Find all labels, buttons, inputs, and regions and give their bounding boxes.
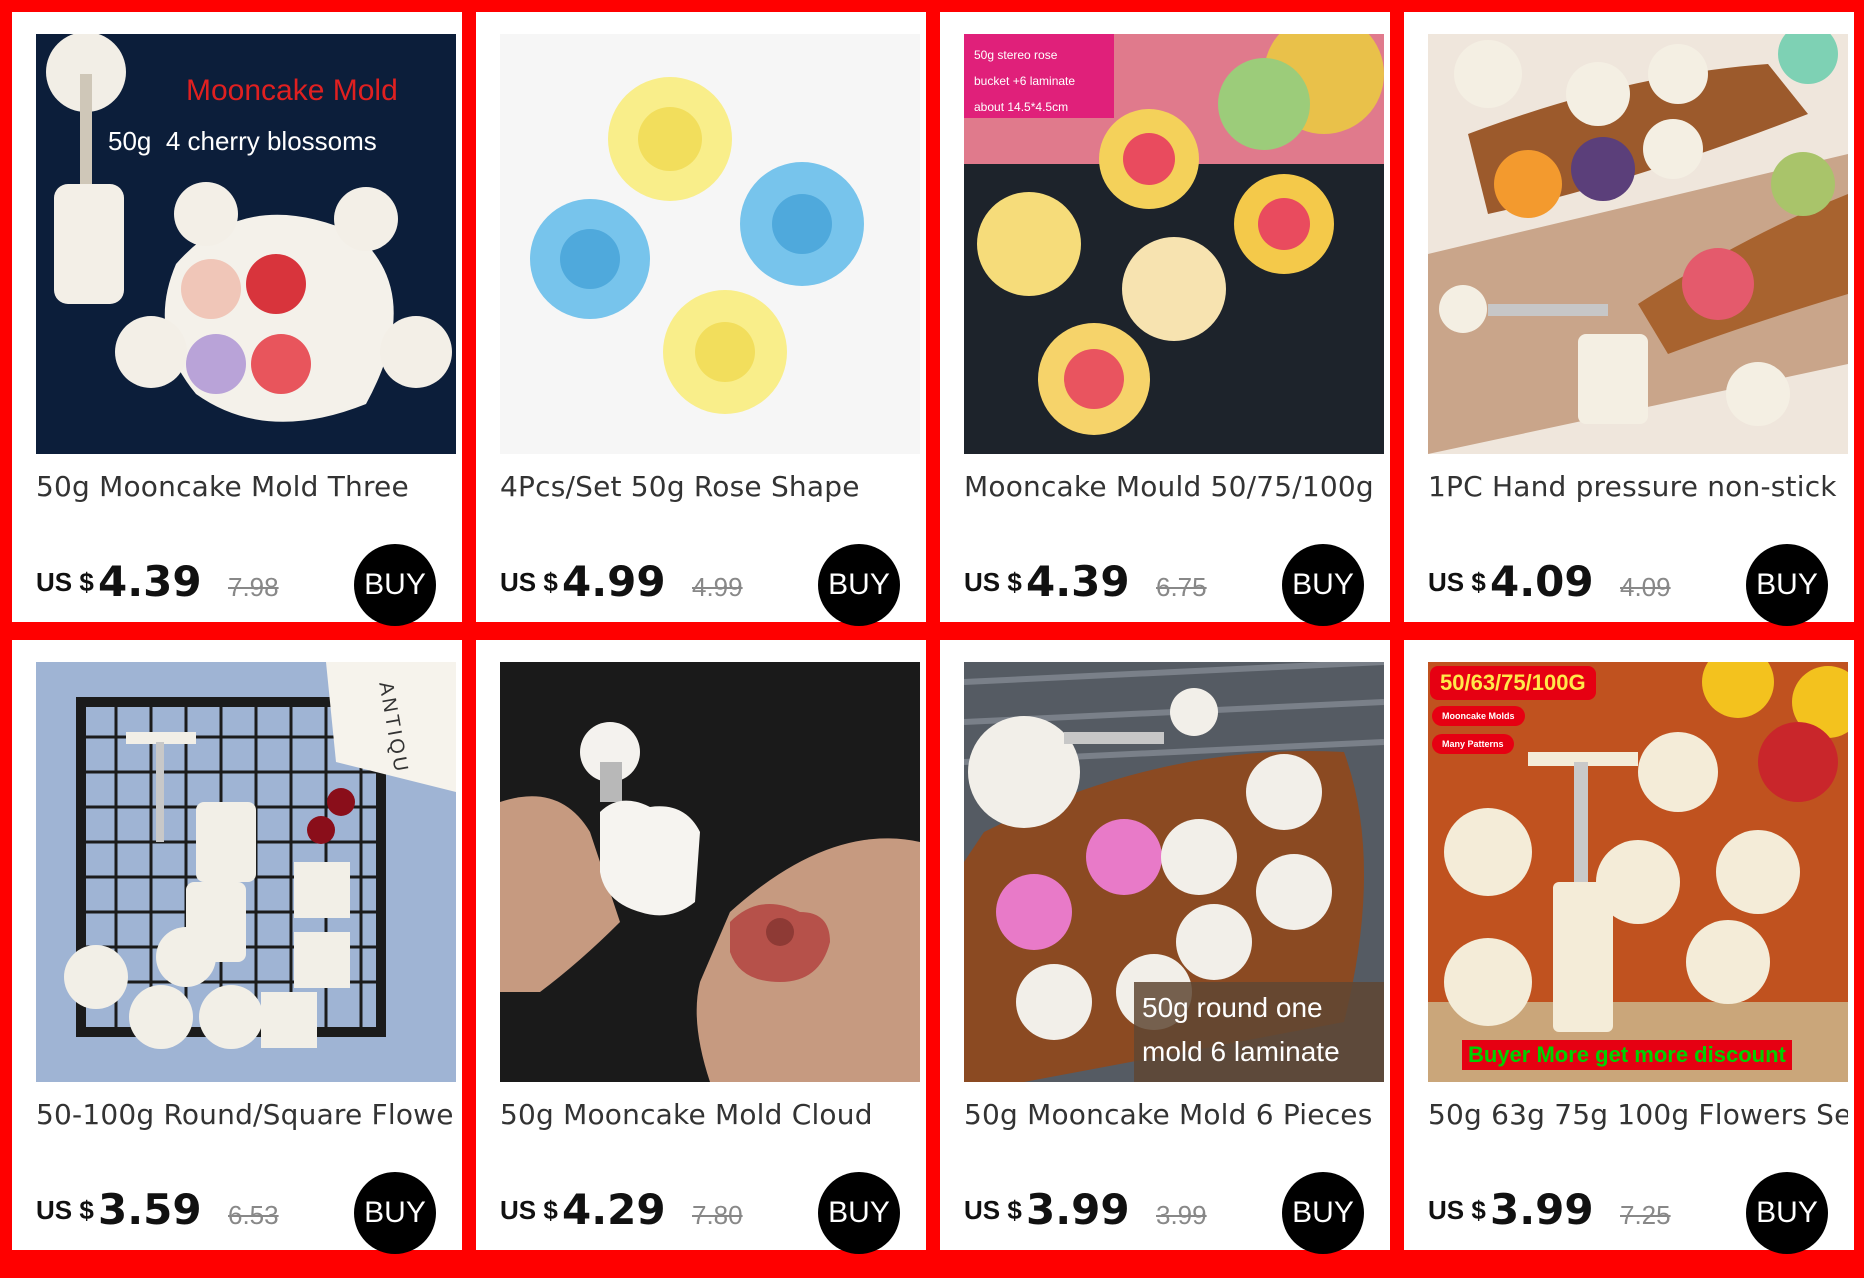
product-card[interactable]: 1PC Hand pressure non-stick US $ 4.09 4.… — [1404, 12, 1854, 626]
buy-button[interactable]: BUY — [818, 1172, 900, 1254]
product-image[interactable] — [500, 662, 920, 1082]
original-price: 6.53 — [228, 1200, 279, 1230]
product-price: 3.99 — [1026, 1185, 1130, 1234]
currency-label: US $ — [36, 567, 94, 597]
image-caption: 50g round one mold 6 laminate — [1134, 982, 1384, 1082]
product-image[interactable] — [1428, 34, 1848, 454]
product-photo-cloud-mold-in-hands — [500, 662, 920, 1082]
product-card[interactable]: 50/63/75/100G Mooncake Molds Many Patter… — [1404, 640, 1854, 1254]
product-image[interactable]: ANTIQU — [36, 662, 456, 1082]
buy-button[interactable]: BUY — [1746, 544, 1828, 626]
product-card[interactable]: 50g Mooncake Mold Cloud US $ 4.29 7.80 B… — [476, 640, 926, 1254]
product-price: 4.39 — [98, 557, 202, 606]
product-card[interactable]: 4Pcs/Set 50g Rose Shape US $ 4.99 4.99 B… — [476, 12, 926, 626]
product-image[interactable]: 50/63/75/100G Mooncake Molds Many Patter… — [1428, 662, 1848, 1082]
product-grid: Mooncake Mold 50g 4 cherry blossoms 50g … — [0, 0, 1864, 1278]
original-price: 7.25 — [1620, 1200, 1671, 1230]
product-card[interactable]: 50g stereo rose bucket +6 laminate about… — [940, 12, 1390, 626]
currency-label: US $ — [36, 1195, 94, 1225]
caption-line: 50g round one — [1142, 992, 1323, 1023]
buy-button[interactable]: BUY — [818, 544, 900, 626]
product-image[interactable]: 50g round one mold 6 laminate — [964, 662, 1384, 1082]
image-spec-line: 50g stereo rose — [974, 48, 1058, 62]
original-price: 3.99 — [1156, 1200, 1207, 1230]
product-image[interactable]: Mooncake Mold 50g 4 cherry blossoms — [36, 34, 456, 454]
currency-label: US $ — [964, 567, 1022, 597]
product-title[interactable]: 50-100g Round/Square Flower — [36, 1098, 456, 1131]
product-card[interactable]: 50g round one mold 6 laminate 50g Moonca… — [940, 640, 1390, 1254]
product-image[interactable] — [500, 34, 920, 454]
product-title[interactable]: 4Pcs/Set 50g Rose Shape — [500, 470, 920, 503]
caption-line: mold 6 laminate — [1142, 1036, 1340, 1067]
product-title[interactable]: 50g Mooncake Mold Three — [36, 470, 456, 503]
original-price: 6.75 — [1156, 572, 1207, 602]
product-card[interactable]: ANTIQU 50-100g Round/Square Flower US $ … — [12, 640, 462, 1254]
image-spec-line: bucket +6 laminate — [974, 74, 1076, 88]
buy-button[interactable]: BUY — [354, 1172, 436, 1254]
image-subline: 50g 4 cherry blossoms — [108, 126, 377, 156]
image-tag: Many Patterns — [1432, 734, 1514, 754]
currency-label: US $ — [500, 1195, 558, 1225]
image-spec-line: about 14.5*4.5cm — [974, 100, 1069, 114]
product-title[interactable]: 1PC Hand pressure non-stick — [1428, 470, 1848, 503]
product-title[interactable]: Mooncake Mould 50/75/100g — [964, 470, 1384, 503]
size-badge: 50/63/75/100G — [1430, 666, 1596, 700]
product-card[interactable]: Mooncake Mold 50g 4 cherry blossoms 50g … — [12, 12, 462, 626]
product-image[interactable]: 50g stereo rose bucket +6 laminate about… — [964, 34, 1384, 454]
product-price: 4.39 — [1026, 557, 1130, 606]
discount-banner: Buyer More get more discount — [1462, 1040, 1792, 1070]
original-price: 7.80 — [692, 1200, 743, 1230]
buy-button[interactable]: BUY — [354, 544, 436, 626]
currency-label: US $ — [1428, 567, 1486, 597]
image-headline: Mooncake Mold — [186, 74, 398, 107]
product-price: 4.29 — [562, 1185, 666, 1234]
product-photo-hand-pressure-mold — [1428, 34, 1848, 454]
product-price: 3.59 — [98, 1185, 202, 1234]
currency-label: US $ — [1428, 1195, 1486, 1225]
product-price: 4.09 — [1490, 557, 1594, 606]
currency-label: US $ — [500, 567, 558, 597]
product-price: 3.99 — [1490, 1185, 1594, 1234]
buy-button[interactable]: BUY — [1282, 1172, 1364, 1254]
product-photo-rose-molds — [500, 34, 920, 454]
product-title[interactable]: 50g Mooncake Mold Cloud — [500, 1098, 920, 1131]
buy-button[interactable]: BUY — [1282, 544, 1364, 626]
currency-label: US $ — [964, 1195, 1022, 1225]
image-spec-label: 50g stereo rose bucket +6 laminate about… — [964, 34, 1114, 118]
original-price: 7.98 — [228, 572, 279, 602]
buy-button[interactable]: BUY — [1746, 1172, 1828, 1254]
original-price: 4.09 — [1620, 572, 1671, 602]
original-price: 4.99 — [692, 572, 743, 602]
product-title[interactable]: 50g Mooncake Mold 6 Pieces — [964, 1098, 1384, 1131]
product-title[interactable]: 50g 63g 75g 100g Flowers Set — [1428, 1098, 1848, 1131]
product-price: 4.99 — [562, 557, 666, 606]
image-tag: Mooncake Molds — [1432, 706, 1525, 726]
